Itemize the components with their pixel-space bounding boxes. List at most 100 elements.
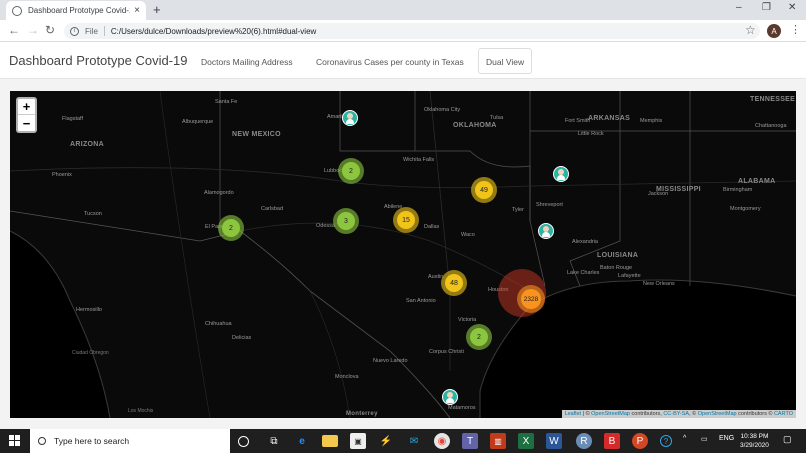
powerpoint-icon[interactable]: P [632,433,648,449]
city-label: Baton Rouge [600,265,633,271]
nav-link-dual-view[interactable]: Dual View [478,48,533,74]
globe-icon [12,5,22,16]
chrome-icon[interactable]: ◉ [434,433,450,449]
clock-date: 3/29/2020 [740,442,769,449]
case-cluster-marker[interactable]: 2 [218,215,244,241]
app-brand[interactable]: Dashboard Prototype Covid-19 [9,53,188,68]
zoom-control: + − [16,97,37,133]
case-cluster-marker[interactable]: 2 [466,324,492,350]
chevron-up-icon[interactable]: ^ [683,435,686,442]
zoom-in-button[interactable]: + [18,99,35,115]
city-label: Nuevo Laredo [373,358,408,364]
minimize-button[interactable]: – [736,2,742,13]
map-basemap [10,91,796,418]
case-cluster-marker[interactable]: 48 [441,270,467,296]
city-label: San Antonio [406,298,436,304]
bookmark-star-icon[interactable]: ☆ [745,23,756,37]
browser-tab[interactable]: Dashboard Prototype Covid-19 × [6,1,146,20]
close-tab-icon[interactable]: × [134,5,140,16]
city-label: Lafayette [618,273,641,279]
new-tab-button[interactable]: + [153,2,161,17]
leaflet-link[interactable]: Leaflet [565,411,582,417]
powerbi-icon[interactable]: ▥ [490,433,506,449]
cluster-count: 48 [445,274,463,292]
b-app-icon[interactable]: B [604,433,620,449]
carto-link[interactable]: CARTO [774,411,793,417]
info-icon[interactable]: i [70,26,79,36]
attribution-text: , © [689,411,698,417]
city-label: Little Rock [578,131,604,137]
cluster-count: 15 [397,211,415,229]
doctor-marker-icon[interactable] [342,110,358,126]
city-label: Corpus Christi [429,349,464,355]
case-cluster-marker[interactable]: 2 [338,158,364,184]
case-cluster-marker[interactable]: 3 [333,208,359,234]
cluster-count: 2328 [521,289,541,309]
nav-link-coronavirus-cases[interactable]: Coronavirus Cases per county in Texas [316,57,464,67]
doctor-marker-icon[interactable] [538,223,554,239]
store-icon[interactable]: ▣ [350,433,366,449]
system-clock[interactable]: 10:38 PM 3/29/2020 [740,432,769,450]
city-label: Montgomery [730,206,761,212]
search-icon [38,437,46,445]
clock-time: 10:38 PM [740,433,769,440]
url-text[interactable]: C:/Users/dulce/Downloads/preview%20(6).h… [111,27,316,36]
doctor-marker-icon[interactable] [442,389,458,405]
state-label: LOUISIANA [597,252,639,259]
case-cluster-marker[interactable]: 49 [471,177,497,203]
forward-arrow-icon[interactable]: → [27,23,39,37]
osm-link[interactable]: OpenStreetMap [591,411,630,417]
search-placeholder: Type here to search [54,436,130,446]
city-label: Wichita Falls [403,157,435,163]
city-label: Waco [461,232,475,238]
close-window-button[interactable]: ✕ [788,2,796,13]
city-label: Odessa [316,223,335,229]
language-indicator[interactable]: ENG [719,435,734,442]
city-label: Fort Smith [565,118,591,124]
state-label: ARIZONA [70,141,104,148]
cluster-count: 3 [337,212,355,230]
windows-start-icon[interactable] [9,435,20,446]
nav-link-doctors[interactable]: Doctors Mailing Address [201,57,293,67]
task-view-icon[interactable]: ⧉ [266,433,282,449]
zoom-out-button[interactable]: − [18,115,35,131]
city-label: Shreveport [536,202,563,208]
restore-button[interactable]: ❐ [762,2,771,13]
city-label: Lake Charles [567,270,600,276]
cortana-icon[interactable] [238,436,249,447]
cluster-count: 2 [222,219,240,237]
edge-icon[interactable]: e [294,433,310,449]
taskbar-search-box[interactable]: Type here to search [30,429,230,453]
notification-icon[interactable]: ▢ [783,434,792,445]
teams-icon[interactable]: T [462,433,478,449]
file-explorer-icon[interactable] [322,435,338,447]
city-label: Carlsbad [261,206,284,212]
power-automate-icon[interactable]: ⚡ [378,433,394,449]
city-label: Monterrey [346,411,378,417]
city-label: Dallas [424,224,440,230]
address-bar[interactable]: i File C:/Users/dulce/Downloads/preview%… [64,23,760,39]
back-arrow-icon[interactable]: ← [8,23,20,37]
profile-avatar[interactable]: A [767,24,781,38]
city-label: Albuquerque [182,119,214,125]
map-attribution: Leaflet | © OpenStreetMap contributors, … [561,410,796,418]
map-view[interactable]: + − NEW MEXICO ARIZONA OKLAHOMA ARKANSAS… [10,91,796,418]
reload-icon[interactable]: ↻ [45,23,55,37]
excel-icon[interactable]: X [518,433,534,449]
word-icon[interactable]: W [546,433,562,449]
network-icon[interactable]: ▭ [701,435,708,443]
doctor-marker-icon[interactable] [553,166,569,182]
case-cluster-marker[interactable]: 2328 [517,285,545,313]
cc-by-sa-link[interactable]: CC-BY-SA [663,411,689,417]
city-label: Chihuahua [205,321,232,327]
osm-link[interactable]: OpenStreetMap [698,411,737,417]
page-content: Dashboard Prototype Covid-19 Doctors Mai… [0,42,806,429]
city-label: Alexandria [572,239,598,245]
case-cluster-marker[interactable]: 15 [393,207,419,233]
kebab-menu-icon[interactable]: ⋮ [790,23,801,36]
r-icon[interactable]: R [576,433,592,449]
mail-icon[interactable]: ✉ [406,433,422,449]
help-icon[interactable]: ? [660,435,672,447]
city-label: Matamoros [448,405,476,411]
city-label: Monclova [335,374,359,380]
